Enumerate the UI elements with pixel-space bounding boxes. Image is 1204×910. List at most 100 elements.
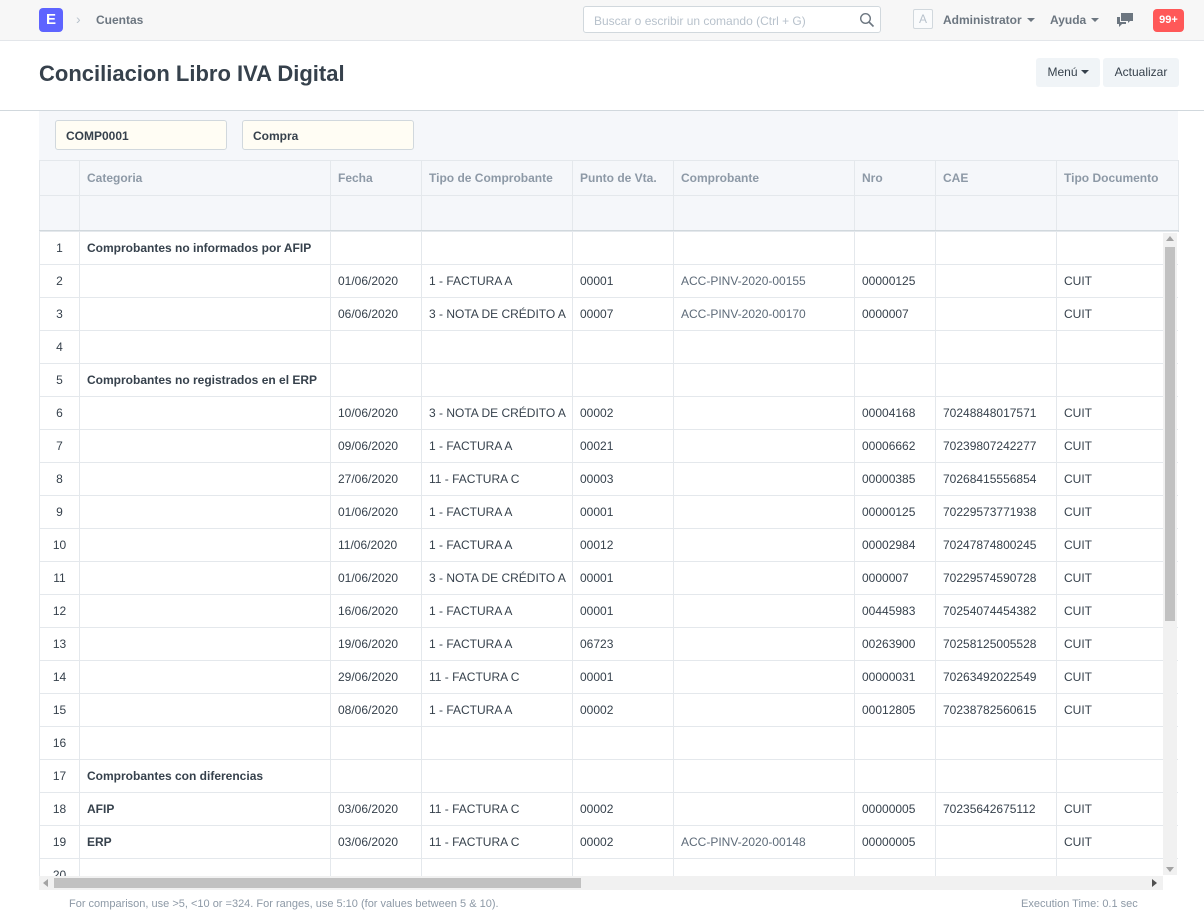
cell-categoria[interactable]: ERP bbox=[79, 825, 331, 859]
cell-fecha[interactable]: 03/06/2020 bbox=[330, 825, 422, 859]
cell-tipo-comprobante[interactable]: 11 - FACTURA C bbox=[421, 792, 573, 826]
cell-comprobante[interactable] bbox=[673, 396, 855, 430]
table-row[interactable]: 5 Comprobantes no registrados en el ERP bbox=[39, 363, 1178, 397]
cell-cae[interactable]: 70263492022549 bbox=[935, 660, 1057, 694]
header-categoria[interactable]: Categoria bbox=[79, 160, 331, 196]
table-row[interactable]: 7 09/06/2020 1 - FACTURA A 00021 00006662 702… bbox=[39, 429, 1178, 463]
cell-fecha[interactable]: 08/06/2020 bbox=[330, 693, 422, 727]
cell-comprobante[interactable] bbox=[673, 462, 855, 496]
cell-fecha[interactable]: 06/06/2020 bbox=[330, 297, 422, 331]
cell-cae[interactable] bbox=[935, 726, 1057, 760]
cell-fecha[interactable] bbox=[330, 726, 422, 760]
scroll-up-icon[interactable] bbox=[1166, 236, 1174, 241]
cell-tipo-comprobante[interactable]: 1 - FACTURA A bbox=[421, 528, 573, 562]
filter-cell-nro[interactable] bbox=[854, 195, 936, 232]
cell-nro[interactable]: 0000007 bbox=[854, 561, 936, 595]
cell-punto-vta[interactable] bbox=[572, 759, 674, 793]
table-row[interactable]: 4 bbox=[39, 330, 1178, 364]
cell-comprobante[interactable] bbox=[673, 330, 855, 364]
cell-cae[interactable]: 70268415556854 bbox=[935, 462, 1057, 496]
cell-categoria[interactable] bbox=[79, 396, 331, 430]
cell-punto-vta[interactable]: 00001 bbox=[572, 495, 674, 529]
header-cae[interactable]: CAE bbox=[935, 160, 1057, 196]
cell-punto-vta[interactable]: 00002 bbox=[572, 825, 674, 859]
cell-tipo-documento[interactable] bbox=[1056, 330, 1178, 364]
cell-cae[interactable]: 70258125005528 bbox=[935, 627, 1057, 661]
cell-punto-vta[interactable] bbox=[572, 858, 674, 876]
vertical-scroll-thumb[interactable] bbox=[1165, 247, 1175, 621]
cell-fecha[interactable] bbox=[330, 759, 422, 793]
cell-nro[interactable]: 00000125 bbox=[854, 495, 936, 529]
scroll-down-icon[interactable] bbox=[1166, 867, 1174, 872]
cell-punto-vta[interactable]: 06723 bbox=[572, 627, 674, 661]
cell-categoria[interactable]: AFIP bbox=[79, 792, 331, 826]
cell-cae[interactable] bbox=[935, 264, 1057, 298]
cell-comprobante[interactable] bbox=[673, 627, 855, 661]
cell-tipo-documento[interactable] bbox=[1056, 231, 1178, 265]
cell-tipo-documento[interactable] bbox=[1056, 726, 1178, 760]
cell-cae[interactable]: 70248848017571 bbox=[935, 396, 1057, 430]
cell-tipo-documento[interactable]: CUIT bbox=[1056, 825, 1178, 859]
cell-categoria[interactable]: Comprobantes no informados por AFIP bbox=[79, 231, 331, 265]
cell-fecha[interactable] bbox=[330, 330, 422, 364]
cell-tipo-documento[interactable] bbox=[1056, 363, 1178, 397]
cell-cae[interactable]: 70239807242277 bbox=[935, 429, 1057, 463]
cell-categoria[interactable] bbox=[79, 429, 331, 463]
table-row[interactable]: 18 AFIP 03/06/2020 11 - FACTURA C 00002 00000… bbox=[39, 792, 1178, 826]
cell-comprobante[interactable] bbox=[673, 363, 855, 397]
table-row[interactable]: 15 08/06/2020 1 - FACTURA A 00002 00012805 70… bbox=[39, 693, 1178, 727]
cell-nro[interactable]: 00263900 bbox=[854, 627, 936, 661]
cell-tipo-documento[interactable]: CUIT bbox=[1056, 561, 1178, 595]
cell-tipo-comprobante[interactable] bbox=[421, 858, 573, 876]
cell-tipo-documento[interactable] bbox=[1056, 759, 1178, 793]
cell-fecha[interactable]: 01/06/2020 bbox=[330, 561, 422, 595]
cell-punto-vta[interactable]: 00003 bbox=[572, 462, 674, 496]
table-row[interactable]: 20 bbox=[39, 858, 1178, 876]
cell-punto-vta[interactable]: 00001 bbox=[572, 561, 674, 595]
cell-categoria[interactable] bbox=[79, 627, 331, 661]
cell-nro[interactable]: 0000007 bbox=[854, 297, 936, 331]
help-menu[interactable]: Ayuda bbox=[1050, 13, 1100, 27]
horizontal-scrollbar[interactable] bbox=[39, 876, 1163, 890]
cell-tipo-comprobante[interactable]: 3 - NOTA DE CRÉDITO A bbox=[421, 561, 573, 595]
filter-cell-doc[interactable] bbox=[1056, 195, 1179, 232]
cell-tipo-comprobante[interactable]: 11 - FACTURA C bbox=[421, 825, 573, 859]
cell-comprobante[interactable]: ACC-PINV-2020-00155 bbox=[673, 264, 855, 298]
filter-cell-fecha[interactable] bbox=[330, 195, 422, 232]
table-row[interactable]: 17 Comprobantes con diferencias bbox=[39, 759, 1178, 793]
cell-tipo-comprobante[interactable]: 1 - FACTURA A bbox=[421, 495, 573, 529]
header-tipo-comprobante[interactable]: Tipo de Comprobante bbox=[421, 160, 573, 196]
cell-comprobante[interactable] bbox=[673, 726, 855, 760]
cell-tipo-documento[interactable]: CUIT bbox=[1056, 297, 1178, 331]
app-logo[interactable]: E bbox=[39, 8, 63, 32]
cell-comprobante[interactable]: ACC-PINV-2020-00170 bbox=[673, 297, 855, 331]
cell-categoria[interactable] bbox=[79, 297, 331, 331]
cell-nro[interactable]: 00012805 bbox=[854, 693, 936, 727]
cell-tipo-documento[interactable]: CUIT bbox=[1056, 429, 1178, 463]
cell-nro[interactable]: 00000005 bbox=[854, 825, 936, 859]
cell-categoria[interactable]: Comprobantes no registrados en el ERP bbox=[79, 363, 331, 397]
cell-tipo-comprobante[interactable]: 3 - NOTA DE CRÉDITO A bbox=[421, 396, 573, 430]
header-punto-vta[interactable]: Punto de Vta. bbox=[572, 160, 674, 196]
cell-comprobante[interactable] bbox=[673, 594, 855, 628]
cell-nro[interactable] bbox=[854, 363, 936, 397]
cell-comprobante[interactable] bbox=[673, 759, 855, 793]
menu-button[interactable]: Menú bbox=[1036, 58, 1100, 87]
cell-nro[interactable]: 00000385 bbox=[854, 462, 936, 496]
table-row[interactable]: 14 29/06/2020 11 - FACTURA C 00001 00000031 7… bbox=[39, 660, 1178, 694]
cell-comprobante[interactable] bbox=[673, 561, 855, 595]
cell-punto-vta[interactable] bbox=[572, 231, 674, 265]
cell-nro[interactable] bbox=[854, 726, 936, 760]
cell-fecha[interactable]: 29/06/2020 bbox=[330, 660, 422, 694]
table-row[interactable]: 2 01/06/2020 1 - FACTURA A 00001 ACC-PINV-20… bbox=[39, 264, 1178, 298]
cell-fecha[interactable]: 27/06/2020 bbox=[330, 462, 422, 496]
cell-nro[interactable]: 00004168 bbox=[854, 396, 936, 430]
cell-fecha[interactable]: 10/06/2020 bbox=[330, 396, 422, 430]
cell-cae[interactable] bbox=[935, 363, 1057, 397]
cell-punto-vta[interactable]: 00021 bbox=[572, 429, 674, 463]
filter-cell-punto[interactable] bbox=[572, 195, 674, 232]
cell-cae[interactable]: 70229573771938 bbox=[935, 495, 1057, 529]
cell-punto-vta[interactable]: 00001 bbox=[572, 660, 674, 694]
filter-cell-categoria[interactable] bbox=[79, 195, 331, 232]
table-row[interactable]: 11 01/06/2020 3 - NOTA DE CRÉDITO A 00001 00… bbox=[39, 561, 1178, 595]
